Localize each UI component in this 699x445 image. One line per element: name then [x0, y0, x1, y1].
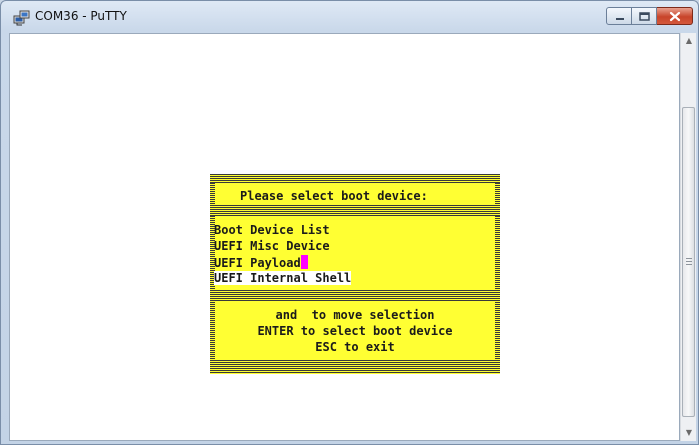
- close-icon: [669, 11, 681, 22]
- putty-computer-icon: [13, 10, 30, 26]
- boot-option-label: UEFI Payload: [214, 256, 301, 270]
- close-button[interactable]: [657, 7, 693, 25]
- menu-list-divider: [210, 290, 500, 302]
- minimize-icon: [616, 18, 624, 20]
- scrollbar-grip-icon: [686, 258, 692, 265]
- putty-window: COM36 - PuTTY Please select boot device:: [0, 0, 699, 445]
- title-bar[interactable]: COM36 - PuTTY: [1, 1, 698, 33]
- menu-bottom-border: [210, 360, 500, 374]
- scroll-up-arrow-icon[interactable]: ▲: [681, 33, 697, 49]
- boot-menu-dialog: Please select boot device: Boot Device L…: [210, 174, 500, 374]
- menu-heading-divider: [210, 205, 500, 216]
- boot-option-boot-device-list[interactable]: Boot Device List: [214, 223, 330, 238]
- scroll-down-arrow-icon[interactable]: ▼: [681, 425, 697, 441]
- selected-boot-option-label: UEFI Internal Shell: [214, 271, 352, 285]
- boot-option-uefi-payload[interactable]: UEFI Payload: [214, 255, 308, 271]
- menu-right-border: [495, 183, 500, 205]
- help-navigation-text: and to move selection: [275, 308, 435, 322]
- help-enter-text: ENTER to select boot device: [257, 324, 453, 338]
- scrollbar-thumb[interactable]: [682, 107, 695, 417]
- terminal-area[interactable]: Please select boot device: Boot Device L…: [9, 33, 680, 441]
- maximize-icon: [639, 12, 650, 21]
- minimize-button[interactable]: [606, 7, 632, 25]
- vertical-scrollbar[interactable]: ▲ ▼: [680, 33, 696, 441]
- window-title: COM36 - PuTTY: [35, 9, 127, 23]
- menu-heading: Please select boot device:: [240, 189, 428, 203]
- maximize-button[interactable]: [632, 7, 657, 25]
- terminal-cursor: [300, 255, 308, 269]
- menu-list-right-border: [495, 216, 500, 290]
- menu-top-border: [210, 174, 500, 183]
- help-esc-text: ESC to exit: [315, 340, 395, 354]
- boot-option-uefi-misc-device[interactable]: UEFI Misc Device: [214, 239, 330, 254]
- boot-option-uefi-internal-shell[interactable]: UEFI Internal Shell: [214, 271, 352, 286]
- menu-left-border: [210, 183, 215, 205]
